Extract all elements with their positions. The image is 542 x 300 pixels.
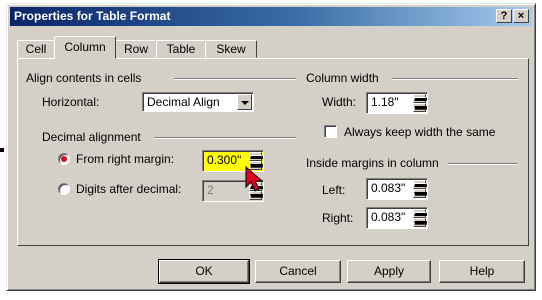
from-right-radio[interactable] xyxy=(58,153,70,165)
keep-width-label: Always keep width the same xyxy=(344,125,496,139)
left-margin-value: 0.083" xyxy=(371,181,406,195)
cancel-button[interactable]: Cancel xyxy=(255,260,341,283)
dialog-title: Properties for Table Format xyxy=(14,9,171,23)
digits-value: 2 xyxy=(207,183,214,197)
spin-up-icon[interactable] xyxy=(413,209,427,218)
spinner[interactable] xyxy=(413,180,427,198)
width-value: 1.18" xyxy=(371,95,399,109)
group-divider xyxy=(392,78,518,80)
tab-column[interactable]: Column xyxy=(54,36,116,59)
spin-up-icon[interactable] xyxy=(413,180,427,189)
column-tab-panel: Align contents in cells Horizontal: Deci… xyxy=(17,58,529,246)
spin-down-icon[interactable] xyxy=(413,218,427,227)
chevron-down-icon[interactable] xyxy=(237,94,252,110)
horizontal-value: Decimal Align xyxy=(147,95,220,109)
spin-down-icon[interactable] xyxy=(413,189,427,198)
horizontal-label: Horizontal: xyxy=(42,95,100,109)
group-divider xyxy=(448,163,518,165)
spinner[interactable] xyxy=(413,209,427,227)
margins-group-title: Inside margins in column xyxy=(306,156,439,170)
group-divider xyxy=(174,78,296,80)
from-right-value: 0.300" xyxy=(207,153,242,167)
spinner[interactable] xyxy=(413,94,427,112)
tab-table[interactable]: Table xyxy=(156,40,206,58)
ok-button[interactable]: OK xyxy=(158,259,250,284)
align-group-title: Align contents in cells xyxy=(26,71,142,85)
right-margin-spinbox[interactable]: 0.083" xyxy=(366,207,428,229)
mouse-cursor-icon xyxy=(245,165,264,192)
width-spinbox[interactable]: 1.18" xyxy=(366,92,428,114)
horizontal-combo[interactable]: Decimal Align xyxy=(142,92,254,112)
properties-dialog: Properties for Table Format ? × Cell Col… xyxy=(6,3,536,291)
spin-down-icon[interactable] xyxy=(413,103,427,112)
title-bar[interactable]: Properties for Table Format ? × xyxy=(10,7,532,26)
help-title-button[interactable]: ? xyxy=(496,9,512,23)
width-group-title: Column width xyxy=(306,71,379,85)
decimal-group-title: Decimal alignment xyxy=(42,130,141,144)
close-button[interactable]: × xyxy=(513,9,529,23)
keep-width-checkbox[interactable] xyxy=(324,125,337,138)
spin-up-icon[interactable] xyxy=(249,152,263,161)
digits-label: Digits after decimal: xyxy=(76,182,182,196)
help-button[interactable]: Help xyxy=(439,260,525,283)
group-divider xyxy=(154,137,296,139)
digits-radio[interactable] xyxy=(58,183,70,195)
tab-row[interactable]: Row xyxy=(115,40,157,58)
left-margin-label: Left: xyxy=(322,183,346,197)
left-margin-spinbox[interactable]: 0.083" xyxy=(366,178,428,200)
right-margin-value: 0.083" xyxy=(371,210,406,224)
apply-button[interactable]: Apply xyxy=(347,260,431,283)
tab-skew[interactable]: Skew xyxy=(205,40,257,58)
tab-cell[interactable]: Cell xyxy=(17,40,55,58)
annotation-marker xyxy=(0,148,4,152)
from-right-label: From right margin: xyxy=(76,152,175,166)
spin-up-icon[interactable] xyxy=(413,94,427,103)
right-margin-label: Right: xyxy=(322,211,354,225)
width-label: Width: xyxy=(322,95,357,109)
